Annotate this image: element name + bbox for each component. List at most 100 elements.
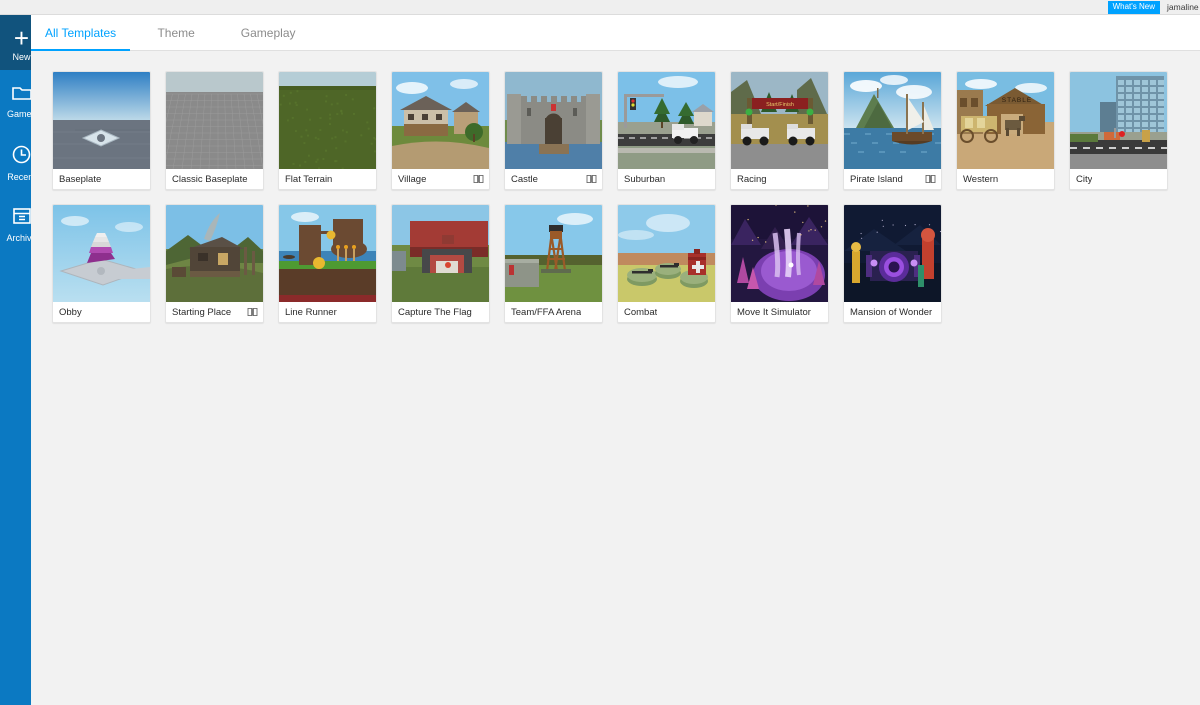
sidebar-item-label: New bbox=[12, 52, 30, 62]
template-card-footer: Capture The Flag bbox=[392, 302, 489, 322]
template-title: Classic Baseplate bbox=[172, 174, 248, 185]
template-card-footer: Castle bbox=[505, 169, 602, 189]
tab-all-templates[interactable]: All Templates bbox=[31, 15, 130, 50]
template-card[interactable]: Starting Place bbox=[165, 204, 264, 323]
template-card-footer: Suburban bbox=[618, 169, 715, 189]
template-thumbnail[interactable] bbox=[618, 72, 715, 169]
sidebar-item-label: Games bbox=[7, 109, 31, 119]
tutorial-book-icon[interactable] bbox=[925, 174, 936, 184]
template-thumbnail[interactable]: STABLE bbox=[957, 72, 1054, 169]
template-card-footer: Racing bbox=[731, 169, 828, 189]
template-card-footer: Team/FFA Arena bbox=[505, 302, 602, 322]
template-title: Starting Place bbox=[172, 307, 231, 318]
template-title: Team/FFA Arena bbox=[511, 307, 581, 318]
sidebar-item-label: Archive bbox=[6, 233, 31, 243]
template-title: Baseplate bbox=[59, 174, 101, 185]
template-title: Flat Terrain bbox=[285, 174, 332, 185]
template-card-footer: Combat bbox=[618, 302, 715, 322]
template-title: Combat bbox=[624, 307, 657, 318]
template-thumbnail[interactable] bbox=[392, 205, 489, 302]
template-card-footer: Village bbox=[392, 169, 489, 189]
template-title: City bbox=[1076, 174, 1092, 185]
template-card[interactable]: Baseplate bbox=[52, 71, 151, 190]
tutorial-book-icon[interactable] bbox=[473, 174, 484, 184]
svg-text:STABLE: STABLE bbox=[1002, 97, 1032, 104]
template-thumbnail[interactable] bbox=[844, 205, 941, 302]
svg-text:Start/Finish: Start/Finish bbox=[766, 102, 794, 108]
template-card[interactable]: Village bbox=[391, 71, 490, 190]
template-card-footer: Classic Baseplate bbox=[166, 169, 263, 189]
template-card[interactable]: Suburban bbox=[617, 71, 716, 190]
template-card-footer: Flat Terrain bbox=[279, 169, 376, 189]
sidebar-item-new[interactable]: + New bbox=[0, 15, 31, 70]
template-title: Obby bbox=[59, 307, 82, 318]
tab-theme[interactable]: Theme bbox=[130, 15, 222, 50]
template-card[interactable]: Pirate Island bbox=[843, 71, 942, 190]
sidebar: + New Games Recent Archive bbox=[0, 15, 31, 705]
content-area: All Templates Theme Gameplay Baseplate Cl… bbox=[31, 15, 1200, 705]
template-card[interactable]: Combat bbox=[617, 204, 716, 323]
template-thumbnail[interactable] bbox=[618, 205, 715, 302]
template-title: Line Runner bbox=[285, 307, 337, 318]
template-title: Move It Simulator bbox=[737, 307, 811, 318]
template-card[interactable]: City bbox=[1069, 71, 1168, 190]
template-title: Suburban bbox=[624, 174, 665, 185]
sidebar-item-label: Recent bbox=[7, 172, 31, 182]
template-title: Racing bbox=[737, 174, 767, 185]
template-thumbnail[interactable] bbox=[392, 72, 489, 169]
template-thumbnail[interactable] bbox=[166, 205, 263, 302]
template-title: Pirate Island bbox=[850, 174, 903, 185]
top-bar: What's New jamaline bbox=[0, 0, 1200, 15]
template-card[interactable]: Line Runner bbox=[278, 204, 377, 323]
template-thumbnail[interactable] bbox=[731, 205, 828, 302]
sidebar-item-games[interactable]: Games bbox=[0, 70, 31, 132]
template-card-footer: Baseplate bbox=[53, 169, 150, 189]
template-thumbnail[interactable] bbox=[53, 72, 150, 169]
tab-gameplay[interactable]: Gameplay bbox=[222, 15, 314, 50]
template-card-footer: Move It Simulator bbox=[731, 302, 828, 322]
template-thumbnail[interactable] bbox=[844, 72, 941, 169]
template-card-footer: Starting Place bbox=[166, 302, 263, 322]
template-card[interactable]: Castle bbox=[504, 71, 603, 190]
template-thumbnail[interactable] bbox=[279, 72, 376, 169]
template-grid: Baseplate Classic Baseplate Flat Terrain Vi… bbox=[31, 51, 1200, 323]
plus-icon: + bbox=[14, 27, 29, 49]
tab-bar: All Templates Theme Gameplay bbox=[31, 15, 1200, 51]
template-card-footer: Pirate Island bbox=[844, 169, 941, 189]
template-gallery-window: What's New jamaline + New Games Recent A… bbox=[0, 0, 1200, 705]
template-card[interactable]: STABLE Western bbox=[956, 71, 1055, 190]
template-thumbnail[interactable] bbox=[166, 72, 263, 169]
template-thumbnail[interactable] bbox=[53, 205, 150, 302]
template-card[interactable]: Mansion of Wonder bbox=[843, 204, 942, 323]
template-card[interactable]: Flat Terrain bbox=[278, 71, 377, 190]
template-thumbnail[interactable] bbox=[505, 205, 602, 302]
template-card-footer: Obby bbox=[53, 302, 150, 322]
sidebar-item-recent[interactable]: Recent bbox=[0, 132, 31, 194]
template-card-footer: Mansion of Wonder bbox=[844, 302, 941, 322]
template-thumbnail[interactable] bbox=[1070, 72, 1167, 169]
template-card[interactable]: Obby bbox=[52, 204, 151, 323]
template-title: Capture The Flag bbox=[398, 307, 472, 318]
template-card[interactable]: Classic Baseplate bbox=[165, 71, 264, 190]
tutorial-book-icon[interactable] bbox=[586, 174, 597, 184]
template-thumbnail[interactable] bbox=[505, 72, 602, 169]
template-thumbnail[interactable] bbox=[279, 205, 376, 302]
whats-new-badge[interactable]: What's New bbox=[1108, 1, 1160, 14]
template-card[interactable]: Move It Simulator bbox=[730, 204, 829, 323]
clock-icon bbox=[12, 145, 31, 169]
user-name-label[interactable]: jamaline bbox=[1160, 2, 1200, 12]
sidebar-item-archive[interactable]: Archive bbox=[0, 194, 31, 256]
template-card[interactable]: Team/FFA Arena bbox=[504, 204, 603, 323]
template-title: Western bbox=[963, 174, 998, 185]
template-card-footer: Western bbox=[957, 169, 1054, 189]
template-card[interactable]: Capture The Flag bbox=[391, 204, 490, 323]
template-card[interactable]: Start/Finish Racing bbox=[730, 71, 829, 190]
tutorial-book-icon[interactable] bbox=[247, 307, 258, 317]
template-title: Mansion of Wonder bbox=[850, 307, 932, 318]
template-title: Village bbox=[398, 174, 426, 185]
folder-icon bbox=[12, 84, 32, 106]
template-thumbnail[interactable]: Start/Finish bbox=[731, 72, 828, 169]
template-card-footer: Line Runner bbox=[279, 302, 376, 322]
template-card-footer: City bbox=[1070, 169, 1167, 189]
template-title: Castle bbox=[511, 174, 538, 185]
